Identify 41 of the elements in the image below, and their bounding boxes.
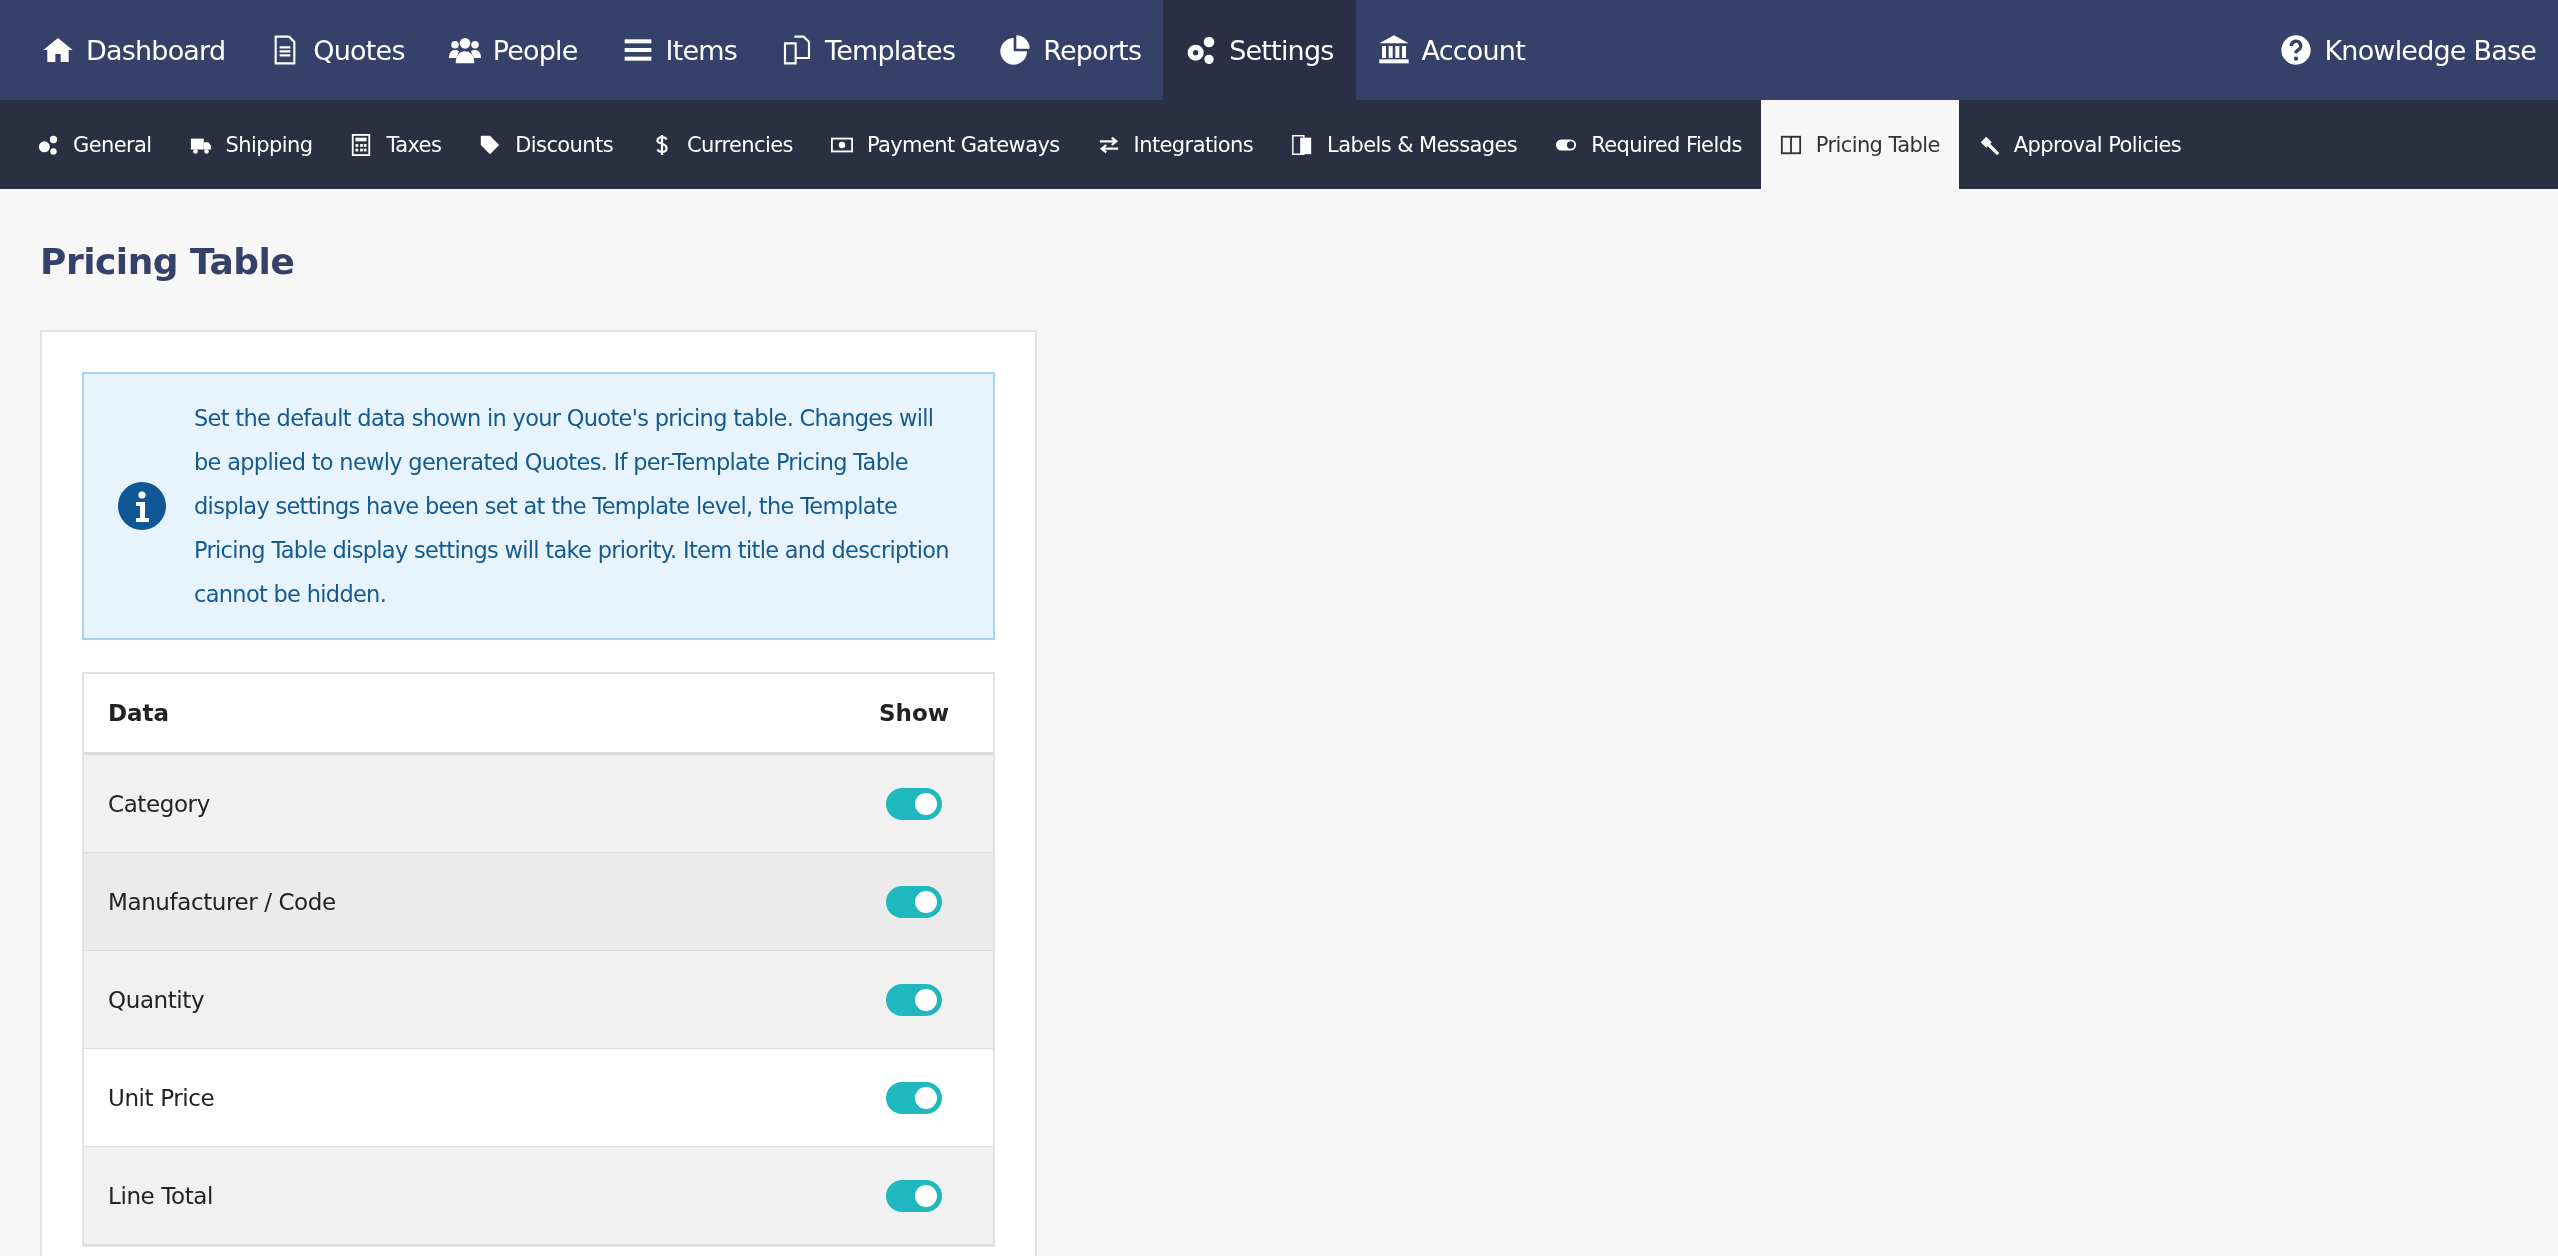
subnav-tab[interactable]: General — [18, 100, 171, 189]
main-nav-tab[interactable]: Account — [1355, 0, 1547, 100]
toggle-switch[interactable] — [886, 787, 942, 820]
calculator-icon — [350, 133, 373, 156]
subnav-tab[interactable]: Pricing Table — [1760, 100, 1959, 189]
table-cell-text: Manufacturer / Code — [108, 888, 337, 915]
info-icon — [118, 482, 166, 530]
main-nav-tab[interactable]: Quotes — [247, 0, 427, 100]
knowledge-base-link[interactable]: Knowledge Base — [2258, 0, 2558, 100]
subnav-tab[interactable]: Labels & Messages — [1272, 100, 1537, 189]
main-nav-tab[interactable]: Dashboard — [0, 0, 248, 100]
columns-icon — [1779, 133, 1802, 156]
table-cell-text: Quantity — [108, 986, 206, 1013]
toggle-switch[interactable] — [886, 1081, 942, 1114]
table-cell-text: Category — [108, 790, 211, 817]
toggle-switch[interactable] — [886, 983, 942, 1016]
subnav-tab[interactable]: Required Fields — [1536, 100, 1761, 189]
main-nav-tab[interactable]: Items — [599, 0, 760, 100]
subnav-tab[interactable]: Taxes — [331, 100, 461, 189]
table-cell-text: Unit Price — [108, 1084, 216, 1111]
toggle-switch[interactable] — [886, 885, 942, 918]
pie-chart-icon — [999, 34, 1032, 66]
page-title: Pricing Table — [40, 240, 296, 284]
main-nav-tab[interactable]: Reports — [977, 0, 1164, 100]
column-header: Show — [878, 700, 950, 726]
help-icon — [2280, 34, 2313, 66]
toggle-switch[interactable] — [886, 1179, 942, 1212]
subnav-tab[interactable]: Currencies — [632, 100, 812, 189]
subnav-tab[interactable]: Payment Gateways — [811, 100, 1079, 189]
subnav-tab[interactable]: Discounts — [460, 100, 632, 189]
main-nav-tab[interactable]: Templates — [759, 0, 978, 100]
main-nav-tab[interactable]: People — [426, 0, 600, 100]
subnav-tab[interactable]: Approval Policies — [1958, 100, 2201, 189]
table-cell-text: Line Total — [108, 1182, 214, 1209]
column-header: Data — [108, 700, 171, 726]
info-message: Set the default data shown in your Quote's pricing table. Changes will be applied to newly generated Quotes. If per-Template Pricing Table display settings have been set at the Template level, the Template Pricing Table display settings will take priority. Item title and description cannot be hidden. — [194, 404, 950, 609]
subnav-tab[interactable]: Shipping — [170, 100, 332, 189]
main-nav-tab[interactable]: Settings — [1163, 0, 1356, 100]
bank-icon — [1377, 34, 1410, 66]
subnav-tab[interactable]: Integrations — [1078, 100, 1273, 189]
tag-icon — [479, 133, 502, 156]
